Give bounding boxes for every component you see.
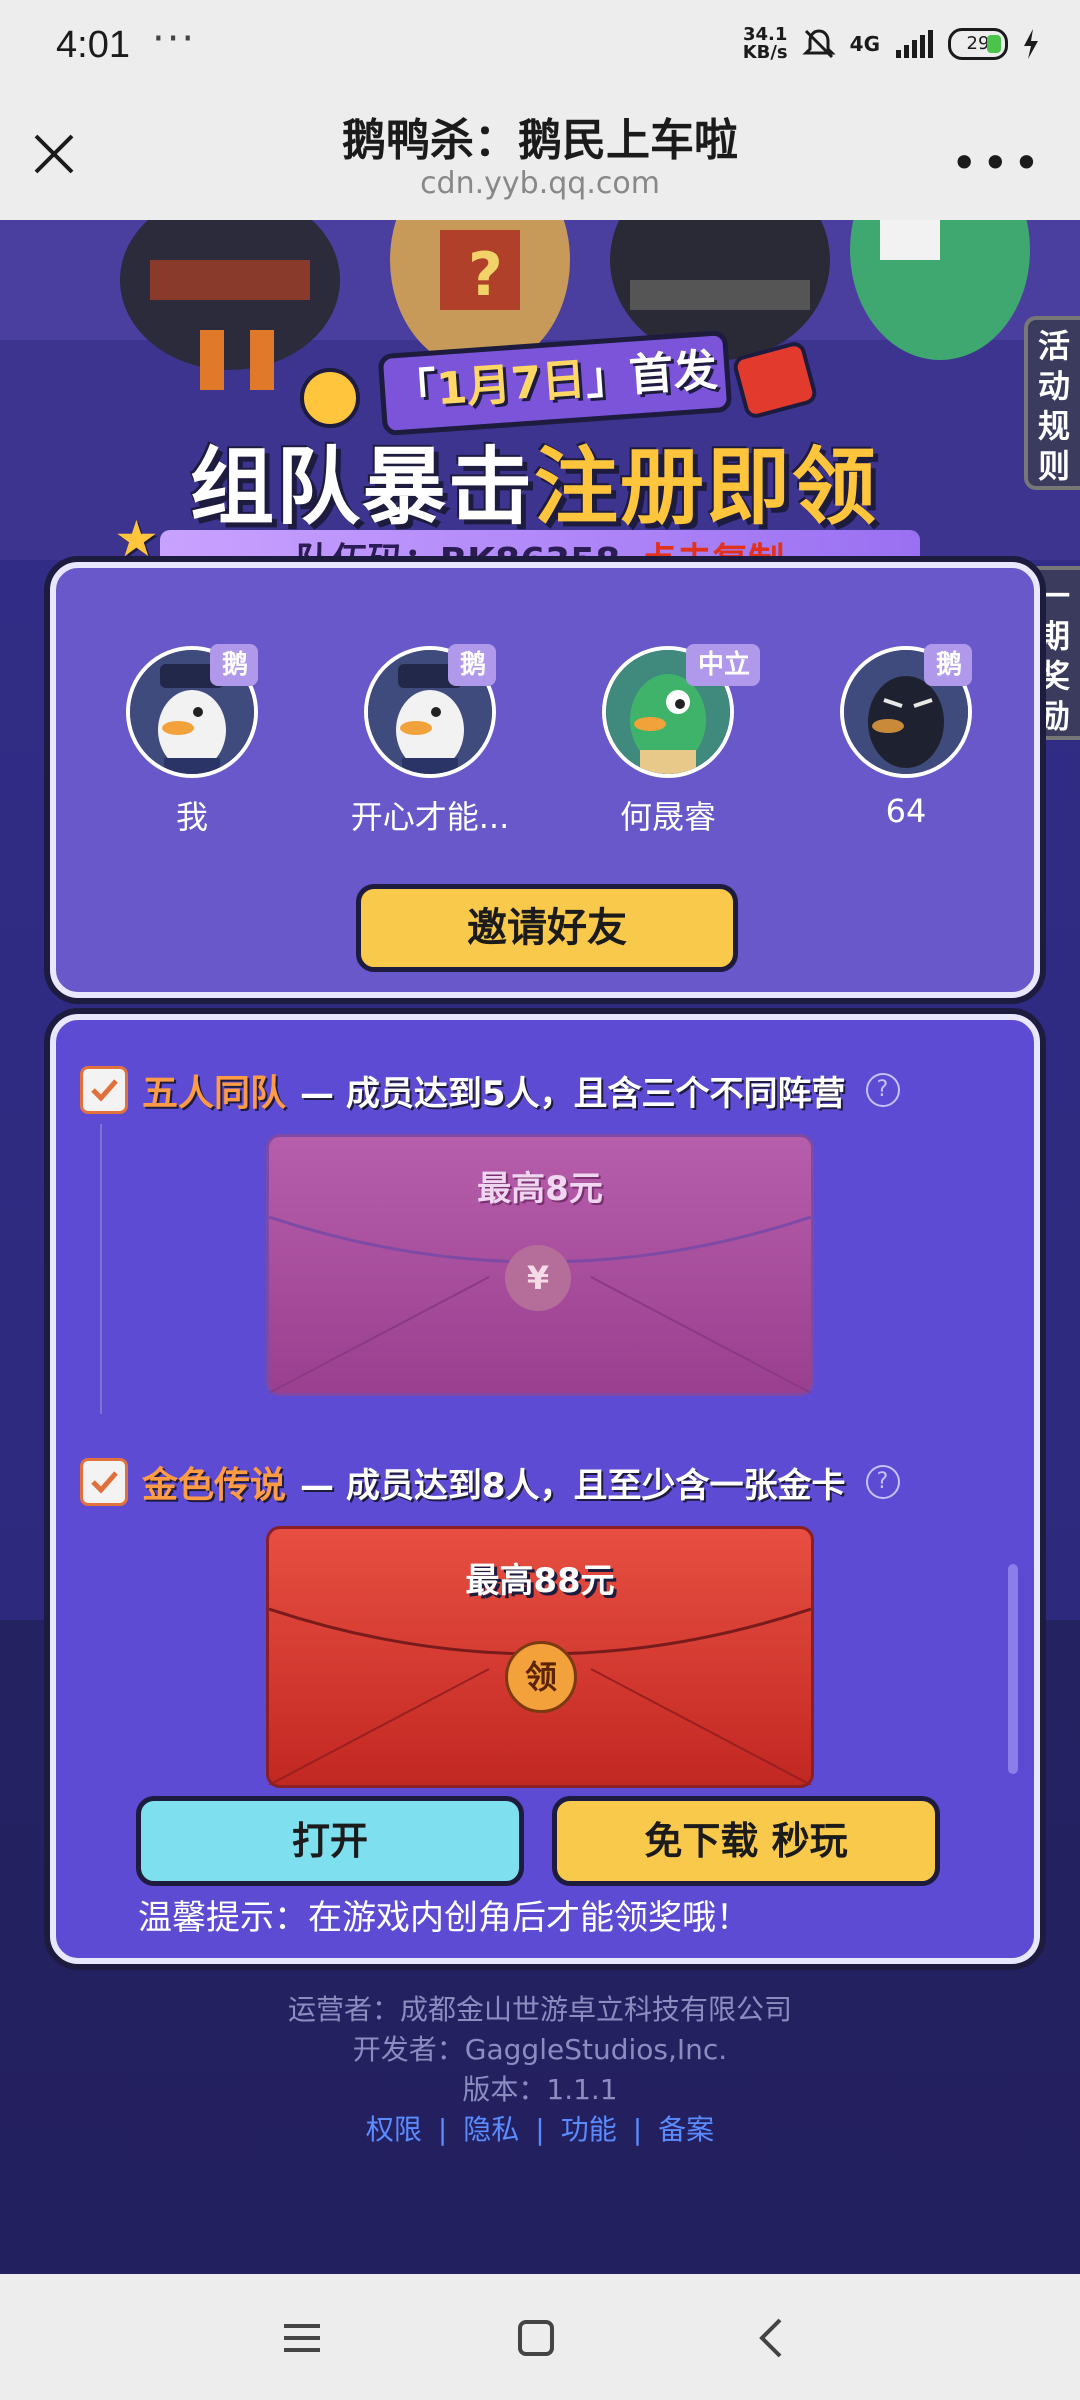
- star-icon: ★: [114, 510, 159, 568]
- headline: 组队暴击注册即领: [190, 420, 910, 540]
- reward-panel: 五人同队 — 成员达到5人，且含三个不同阵营 ? 最高8元 ¥ 金色传说 — 成…: [50, 1014, 1040, 1964]
- tier-description: — 成员达到5人，且含三个不同阵营: [300, 1073, 846, 1114]
- main-content: ? 「1月7日」首发 组队暴击注册即领 ★ ★ 队伍码：BK86358点击复制 …: [0, 220, 1080, 2274]
- envelope-amount: 最高8元: [477, 1169, 603, 1209]
- tier-description: — 成员达到8人，且至少含一张金卡: [300, 1465, 846, 1506]
- system-nav-bar: [0, 2274, 1080, 2400]
- tab-char: 活: [1037, 327, 1070, 365]
- status-bar: 4:01 ··· 34.1 KB/s 4G 29: [0, 0, 1080, 96]
- operator-info: 运营者：成都金山世游卓立科技有限公司: [287, 1993, 792, 2026]
- team-member[interactable]: 鹅 64: [806, 644, 1006, 830]
- release-date: 1月7日: [434, 353, 588, 416]
- member-name: 开心才能...: [350, 798, 510, 836]
- developer-info: 开发者：GaggleStudios,Inc.: [352, 2033, 728, 2066]
- help-icon[interactable]: ?: [865, 1465, 900, 1499]
- status-time: 4:01: [56, 24, 130, 66]
- notification-dots-icon: ···: [152, 16, 197, 62]
- privacy-link[interactable]: 隐私: [463, 2113, 519, 2146]
- reward-envelope-locked: 最高8元 ¥: [266, 1134, 814, 1396]
- member-name: 64: [885, 792, 927, 830]
- scrollbar[interactable]: [1008, 1564, 1018, 1774]
- invite-friends-button[interactable]: 邀请好友: [356, 884, 738, 972]
- back-icon[interactable]: [742, 2310, 802, 2366]
- team-panel: 鹅 我 鹅 开心才能... 中立 何晟睿 鹅 64 邀请好友: [50, 562, 1040, 998]
- tier-title: 五人同队: [142, 1073, 287, 1114]
- role-tag: 鹅: [448, 644, 497, 686]
- release-suffix: 首发: [627, 344, 719, 402]
- instant-play-button[interactable]: 免下载 秒玩: [552, 1796, 940, 1886]
- team-member[interactable]: 鹅 我: [92, 644, 292, 838]
- footer-links: 权限 | 隐私 | 功能 | 备案: [365, 2113, 715, 2146]
- tier-2-header: 金色传说 — 成员达到8人，且至少含一张金卡 ?: [80, 1452, 1020, 1512]
- tier-connector: [100, 1124, 102, 1414]
- role-tag: 中立: [686, 644, 761, 686]
- member-name: 我: [175, 798, 208, 836]
- headline-part-2: 注册即领: [534, 438, 879, 536]
- reward-envelope-claimable[interactable]: 最高88元 领: [266, 1526, 814, 1788]
- more-options-icon[interactable]: •••: [951, 136, 1044, 190]
- role-tag: 鹅: [924, 644, 973, 686]
- network-speed: 34.1 KB/s: [743, 26, 788, 62]
- role-tag: 鹅: [210, 644, 259, 686]
- release-open-bracket: 「: [390, 364, 439, 419]
- tier-title: 金色传说: [142, 1465, 287, 1506]
- action-buttons: 打开 免下载 秒玩: [136, 1796, 956, 1886]
- svg-text:?: ?: [468, 240, 503, 310]
- tip-text: 温馨提示：在游戏内创角后才能领奖哦！: [138, 1898, 750, 1938]
- net-speed-unit: KB/s: [742, 42, 788, 63]
- tab-char: 动: [1037, 367, 1070, 405]
- release-close-bracket: 」: [583, 350, 632, 405]
- charging-icon: [1024, 29, 1038, 59]
- features-link[interactable]: 功能: [561, 2113, 617, 2146]
- team-member[interactable]: 中立 何晟睿: [568, 644, 768, 838]
- yuan-badge-icon: ¥: [505, 1245, 571, 1311]
- tab-char: 规: [1037, 407, 1070, 445]
- envelope-amount: 最高88元: [465, 1561, 615, 1601]
- signal-label: 4G: [849, 32, 880, 56]
- team-member[interactable]: 鹅 开心才能...: [330, 644, 530, 838]
- claim-badge-icon[interactable]: 领: [505, 1641, 577, 1713]
- open-button[interactable]: 打开: [136, 1796, 524, 1886]
- permissions-link[interactable]: 权限: [366, 2113, 422, 2146]
- tier-1-header: 五人同队 — 成员达到5人，且含三个不同阵营 ?: [80, 1060, 1020, 1120]
- home-icon[interactable]: [506, 2310, 566, 2366]
- page-url: cdn.yyb.qq.com: [420, 166, 660, 201]
- page-title: 鹅鸭杀：鹅民上车啦: [342, 115, 738, 166]
- status-indicators: 34.1 KB/s 4G 29: [743, 26, 1040, 62]
- version-info: 版本：1.1.1: [462, 2073, 618, 2106]
- activity-rules-tab[interactable]: 活 动 规 则: [1024, 316, 1080, 490]
- mute-bell-icon: [802, 29, 836, 59]
- battery-icon: 29: [948, 28, 1008, 60]
- unlocked-checkbox-icon: [80, 1458, 128, 1506]
- filing-link[interactable]: 备案: [658, 2113, 714, 2146]
- footer: 运营者：成都金山世游卓立科技有限公司 开发者：GaggleStudios,Inc…: [0, 1990, 1080, 2150]
- signal-bars-icon: [896, 30, 933, 58]
- tab-char: 则: [1037, 447, 1070, 485]
- browser-header: 鹅鸭杀：鹅民上车啦 cdn.yyb.qq.com •••: [0, 96, 1080, 220]
- checkbox-icon: [80, 1066, 128, 1114]
- menu-icon[interactable]: [272, 2310, 332, 2366]
- member-name: 何晟睿: [619, 798, 716, 836]
- help-icon[interactable]: ?: [865, 1073, 900, 1107]
- headline-part-1: 组队暴击: [190, 438, 535, 536]
